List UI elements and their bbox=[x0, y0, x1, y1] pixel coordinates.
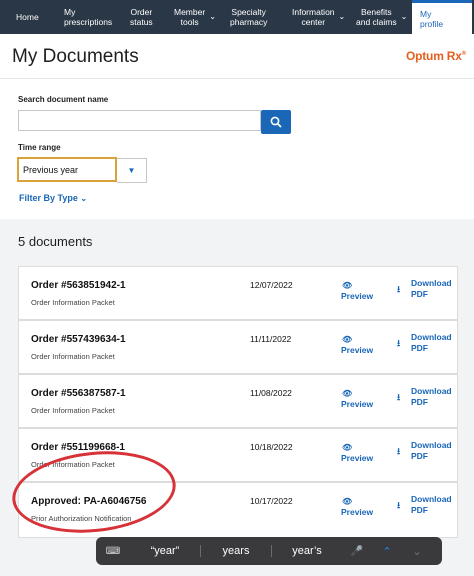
document-type: Order Information Packet bbox=[31, 406, 115, 415]
keyboard-icon[interactable]: ⌨ bbox=[96, 546, 130, 557]
preview-link[interactable]: 👁 Preview bbox=[341, 280, 373, 302]
filter-by-type-toggle[interactable]: Filter By Type ⌄ bbox=[19, 193, 87, 203]
suggestion-1[interactable]: “year” bbox=[130, 545, 200, 557]
chevron-down-icon: ⌄ bbox=[209, 12, 216, 21]
chevron-down-icon[interactable]: ⌄ bbox=[402, 545, 432, 558]
document-count: 5 documents bbox=[18, 234, 93, 249]
chevron-down-icon: ⌄ bbox=[338, 12, 346, 21]
keyboard-suggestion-bar: ⌨ “year” years year’s 🎤 ⌃ ⌄ bbox=[96, 537, 442, 565]
download-icon: ⭳ bbox=[397, 284, 401, 294]
eye-icon: 👁 bbox=[342, 389, 353, 398]
download-icon: ⭳ bbox=[397, 392, 401, 402]
time-range-label: Time range bbox=[18, 143, 61, 152]
preview-link[interactable]: 👁 Preview bbox=[341, 496, 373, 518]
eye-icon: 👁 bbox=[342, 443, 353, 452]
search-input[interactable] bbox=[18, 110, 261, 131]
document-card: Order #556387587-1 Order Information Pac… bbox=[18, 374, 458, 428]
microphone-icon[interactable]: 🎤 bbox=[342, 546, 372, 557]
nav-my-profile[interactable]: My profile bbox=[412, 0, 472, 34]
nav-benefits-claims[interactable]: Benefits and claims ⌄ bbox=[348, 0, 412, 34]
download-pdf-link[interactable]: ⭳ Download PDF bbox=[397, 386, 452, 408]
preview-link[interactable]: 👁 Preview bbox=[341, 388, 373, 410]
document-date: 10/17/2022 bbox=[250, 496, 293, 506]
chevron-down-icon: ⌄ bbox=[400, 12, 408, 21]
download-pdf-link[interactable]: ⭳ Download PDF bbox=[397, 278, 452, 300]
eye-icon: 👁 bbox=[342, 335, 353, 344]
document-title: Order #556387587-1 bbox=[31, 388, 126, 399]
document-card: Order #563851942-1 Order Information Pac… bbox=[18, 266, 458, 320]
document-date: 10/18/2022 bbox=[250, 442, 293, 452]
search-button[interactable] bbox=[261, 110, 291, 134]
download-icon: ⭳ bbox=[397, 338, 401, 348]
preview-link[interactable]: 👁 Preview bbox=[341, 334, 373, 356]
caret-down-icon: ▼ bbox=[127, 166, 136, 175]
nav-order-status[interactable]: Order status bbox=[122, 0, 166, 34]
optum-rx-logo: Optum Rx® bbox=[406, 49, 466, 63]
document-title: Order #563851942-1 bbox=[31, 280, 126, 291]
suggestion-2[interactable]: years bbox=[201, 545, 271, 557]
search-label: Search document name bbox=[18, 95, 109, 104]
nav-home[interactable]: Home bbox=[0, 0, 56, 34]
eye-icon: 👁 bbox=[342, 281, 353, 290]
download-pdf-link[interactable]: ⭳ Download PDF bbox=[397, 494, 452, 516]
preview-link[interactable]: 👁 Preview bbox=[341, 442, 373, 464]
download-pdf-link[interactable]: ⭳ Download PDF bbox=[397, 332, 452, 354]
document-type: Order Information Packet bbox=[31, 352, 115, 361]
document-date: 11/08/2022 bbox=[250, 388, 292, 398]
nav-information-center[interactable]: Information center ⌄ bbox=[284, 0, 348, 34]
search-icon bbox=[270, 116, 282, 128]
nav-member-tools[interactable]: Member tools ⌄ bbox=[166, 0, 222, 34]
document-card: Order #557439634-1 Order Information Pac… bbox=[18, 320, 458, 374]
chevron-up-icon[interactable]: ⌃ bbox=[372, 545, 402, 558]
document-date: 12/07/2022 bbox=[250, 280, 293, 290]
document-title: Order #557439634-1 bbox=[31, 334, 126, 345]
download-icon: ⭳ bbox=[397, 446, 401, 456]
nav-specialty-pharmacy[interactable]: Specialty pharmacy bbox=[222, 0, 284, 34]
page-title: My Documents bbox=[12, 46, 139, 67]
chevron-down-icon: ⌄ bbox=[80, 194, 88, 203]
download-icon: ⭳ bbox=[397, 500, 401, 510]
nav-my-prescriptions[interactable]: My prescriptions bbox=[56, 0, 122, 34]
document-date: 11/11/2022 bbox=[250, 334, 292, 344]
document-type: Order Information Packet bbox=[31, 298, 115, 307]
eye-icon: 👁 bbox=[342, 497, 353, 506]
time-range-dropdown-toggle[interactable]: ▼ bbox=[117, 158, 147, 183]
time-range-select[interactable]: Previous year bbox=[17, 157, 117, 182]
top-nav: Home My prescriptions Order status Membe… bbox=[0, 0, 474, 34]
download-pdf-link[interactable]: ⭳ Download PDF bbox=[397, 440, 452, 462]
suggestion-3[interactable]: year’s bbox=[272, 545, 342, 557]
